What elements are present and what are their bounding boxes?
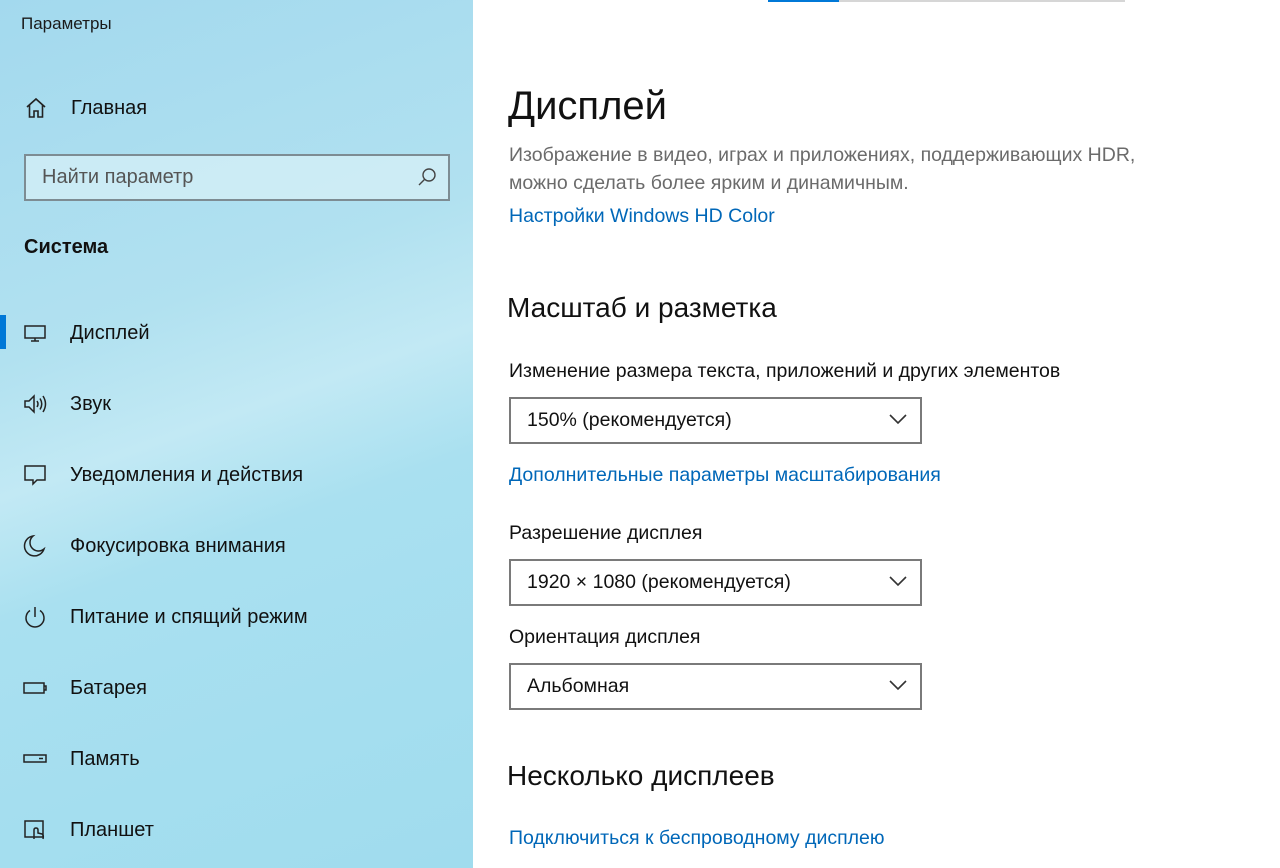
sidebar-nav: Дисплей Звук Уведомления и действия Фоку… xyxy=(0,298,473,866)
sidebar-item-label: Планшет xyxy=(70,819,154,841)
section-heading: Система xyxy=(24,236,109,258)
loading-progress-fill xyxy=(768,0,840,2)
sidebar-item-home[interactable]: Главная xyxy=(0,88,473,128)
selection-indicator xyxy=(0,315,6,349)
sidebar-item-display[interactable]: Дисплей xyxy=(0,298,473,369)
main-content: Дисплей Изображение в видео, играх и при… xyxy=(473,0,1280,868)
sidebar-item-label: Звук xyxy=(70,393,112,415)
hdr-description: Изображение в видео, играх и приложениях… xyxy=(509,144,1136,194)
sidebar-item-notifications[interactable]: Уведомления и действия xyxy=(0,440,473,511)
sidebar: Параметры Главная Система Дисплей xyxy=(0,0,473,868)
sidebar-item-label: Питание и спящий режим xyxy=(70,606,308,628)
multiple-displays-heading: Несколько дисплеев xyxy=(507,760,775,791)
orientation-dropdown[interactable]: Альбомная xyxy=(509,663,922,710)
monitor-icon xyxy=(24,325,46,342)
window-title: Параметры xyxy=(21,14,112,33)
storage-icon xyxy=(23,754,47,763)
hdr-settings-link[interactable]: Настройки Windows HD Color xyxy=(509,205,775,228)
wireless-display-link[interactable]: Подключиться к беспроводному дисплею xyxy=(509,827,885,850)
scale-layout-heading: Масштаб и разметка xyxy=(507,292,777,323)
notification-icon xyxy=(24,465,46,486)
sidebar-item-tablet[interactable]: Планшет xyxy=(0,795,473,866)
chevron-down-icon xyxy=(889,576,907,587)
orientation-dropdown-value: Альбомная xyxy=(527,675,630,697)
orientation-label: Ориентация дисплея xyxy=(509,626,701,648)
sidebar-item-battery[interactable]: Батарея xyxy=(0,653,473,724)
search-input[interactable] xyxy=(26,156,406,199)
scale-label: Изменение размера текста, приложений и д… xyxy=(509,360,1061,382)
scale-dropdown-value: 150% (рекомендуется) xyxy=(527,409,732,431)
resolution-dropdown-value: 1920 × 1080 (рекомендуется) xyxy=(527,571,791,593)
sidebar-item-label: Уведомления и действия xyxy=(70,464,304,486)
chevron-down-icon xyxy=(889,680,907,691)
search-box[interactable] xyxy=(24,154,450,201)
sidebar-item-label: Главная xyxy=(71,97,148,119)
moon-icon xyxy=(23,534,46,557)
home-icon xyxy=(26,97,46,118)
page-title: Дисплей xyxy=(508,84,668,128)
sidebar-item-power[interactable]: Питание и спящий режим xyxy=(0,582,473,653)
scale-dropdown[interactable]: 150% (рекомендуется) xyxy=(509,397,922,444)
chevron-down-icon xyxy=(889,414,907,425)
sidebar-item-label: Батарея xyxy=(70,677,147,699)
search-icon[interactable] xyxy=(416,166,438,188)
sidebar-item-label: Дисплей xyxy=(70,322,150,344)
resolution-label: Разрешение дисплея xyxy=(509,522,703,544)
loading-progress xyxy=(768,0,1125,2)
sidebar-item-label: Память xyxy=(70,748,140,770)
power-icon xyxy=(25,607,45,628)
battery-icon xyxy=(23,682,47,694)
tablet-icon xyxy=(24,820,45,840)
advanced-scaling-link[interactable]: Дополнительные параметры масштабирования xyxy=(509,464,941,487)
sidebar-item-focus-assist[interactable]: Фокусировка внимания xyxy=(0,511,473,582)
speaker-icon xyxy=(24,394,47,414)
sidebar-item-sound[interactable]: Звук xyxy=(0,369,473,440)
sidebar-item-label: Фокусировка внимания xyxy=(70,535,286,557)
resolution-dropdown[interactable]: 1920 × 1080 (рекомендуется) xyxy=(509,559,922,606)
sidebar-item-storage[interactable]: Память xyxy=(0,724,473,795)
